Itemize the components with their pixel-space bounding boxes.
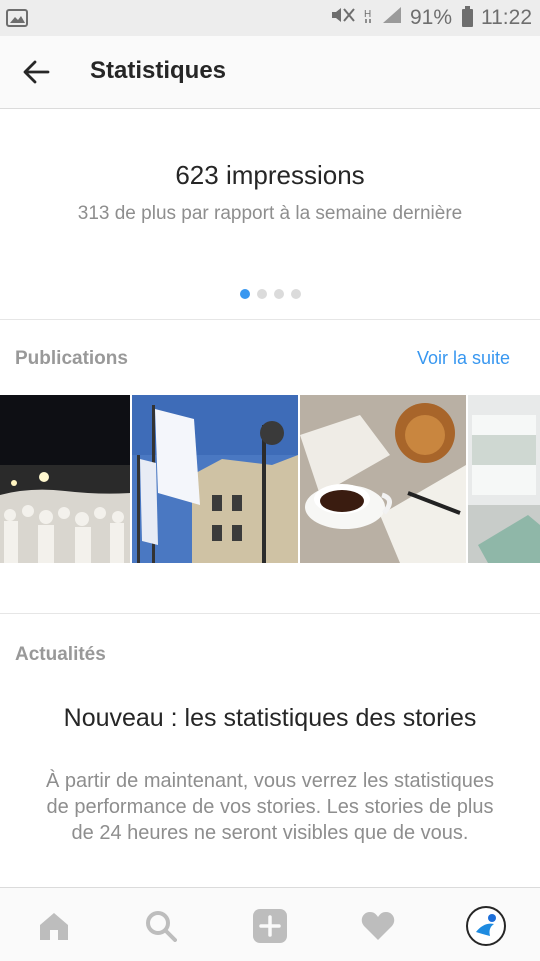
clock: 11:22 <box>481 6 532 29</box>
post-thumbnail[interactable] <box>0 395 130 563</box>
news-title: Nouveau : les statistiques des stories <box>63 704 477 732</box>
news-header: Actualités <box>0 636 540 676</box>
heart-icon <box>361 912 395 940</box>
publications-carousel[interactable] <box>0 395 540 563</box>
page-indicator <box>0 289 540 299</box>
publications-header: Publications Voir la suite <box>0 340 540 380</box>
page-dot-3 <box>273 289 284 299</box>
mute-icon <box>330 6 356 30</box>
add-icon <box>253 909 287 943</box>
crowd-night-photo <box>0 395 130 563</box>
post-thumbnail[interactable] <box>300 395 466 563</box>
back-button[interactable] <box>14 54 58 90</box>
nav-search-button[interactable] <box>141 906 181 946</box>
window-room-photo <box>468 395 540 563</box>
signal-icon <box>382 6 402 30</box>
search-icon <box>146 911 177 942</box>
network-type-icon: H <box>364 6 374 30</box>
app-bar: Statistiques <box>0 36 540 109</box>
svg-text:H: H <box>364 9 371 20</box>
bottom-navigation <box>0 887 540 961</box>
nav-profile-button[interactable] <box>466 906 506 946</box>
section-divider <box>0 613 540 614</box>
news-body: À partir de maintenant, vous verrez les … <box>46 770 494 844</box>
gallery-notification-icon <box>6 9 28 32</box>
see-more-link[interactable]: Voir la suite <box>417 348 510 369</box>
status-bar: H 91% 11:22 <box>0 0 540 36</box>
profile-avatar <box>466 906 506 946</box>
nav-add-button[interactable] <box>250 906 290 946</box>
nav-home-button[interactable] <box>34 906 74 946</box>
home-icon <box>40 913 68 940</box>
back-arrow-icon <box>23 60 50 84</box>
nav-activity-button[interactable] <box>358 906 398 946</box>
post-thumbnail[interactable] <box>132 395 298 563</box>
coffee-table-photo <box>300 395 466 563</box>
news-section-title: Actualités <box>15 644 106 665</box>
impressions-card[interactable]: 623 impressions 313 de plus par rapport … <box>0 109 540 320</box>
page-dot-1 <box>239 289 250 299</box>
impressions-count: 623 impressions <box>175 160 365 190</box>
impressions-comparison: 313 de plus par rapport à la semaine der… <box>77 203 463 224</box>
banners-building-photo <box>132 395 298 563</box>
page-title: Statistiques <box>90 57 227 84</box>
publications-title: Publications <box>15 348 128 369</box>
page-dot-4 <box>290 289 301 299</box>
page-dot-2 <box>256 289 267 299</box>
battery-percent: 91% <box>409 6 452 29</box>
battery-icon <box>462 6 473 27</box>
post-thumbnail[interactable] <box>468 395 540 563</box>
